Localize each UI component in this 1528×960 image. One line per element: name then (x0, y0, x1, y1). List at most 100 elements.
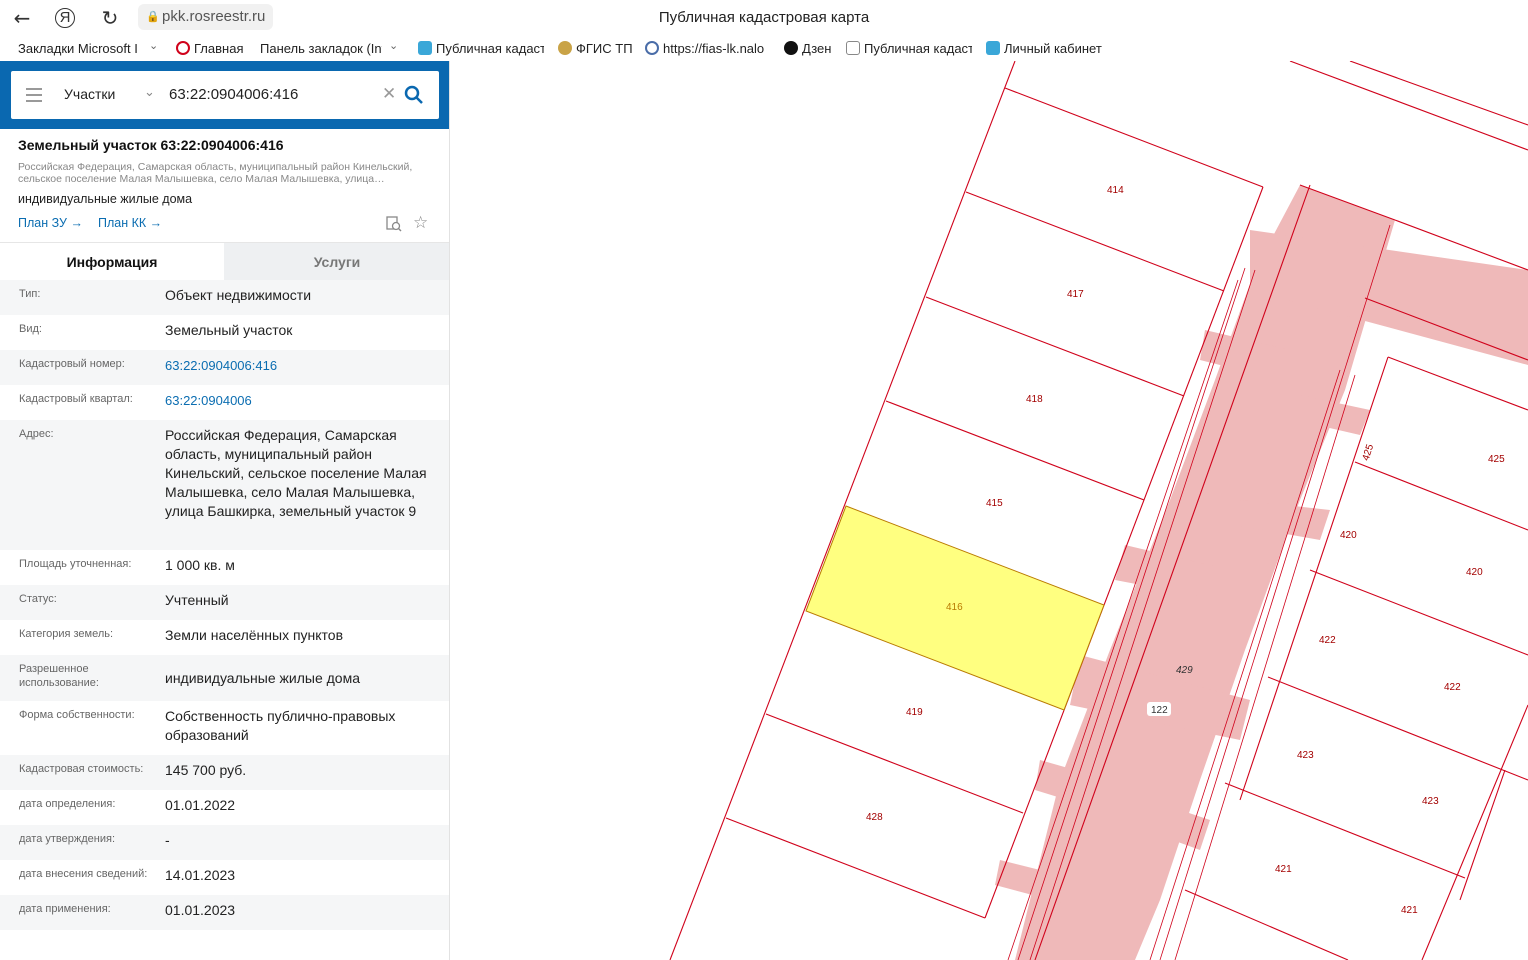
field-key: Адрес: (19, 428, 54, 440)
search-type-select[interactable]: Участки (64, 86, 115, 102)
emblem-icon (558, 41, 572, 55)
parcel-label: 420 (1340, 530, 1357, 541)
map-icon (418, 41, 432, 55)
parcel-label: 425 (1488, 454, 1505, 465)
page-icon (846, 41, 860, 55)
cadastral-number-link[interactable]: 63:22:0904006:416 (165, 356, 435, 375)
bookmark-item[interactable]: Главная (176, 41, 243, 56)
browser-toolbar: ← Я ↻ 🔒 pkk.rosreestr.ru Публичная кадаст… (0, 0, 1528, 36)
field-row: Площадь уточненная: 1 000 кв. м (0, 550, 449, 585)
parcel-label: 423 (1297, 750, 1314, 761)
field-key: Категория земель: (19, 628, 114, 640)
parcel-label: 420 (1466, 567, 1483, 578)
field-key: дата определения: (19, 798, 116, 810)
search-bar: Участки ⌄ 63:22:0904006:416 ✕ ‹ (0, 61, 449, 129)
tab-services[interactable]: Услуги (224, 243, 449, 281)
search-input[interactable]: 63:22:0904006:416 (169, 86, 298, 103)
field-row: дата определения: 01.01.2022 (0, 790, 449, 825)
field-row: дата применения: 01.01.2023 (0, 895, 449, 930)
plan-kk-link[interactable]: План КК → (98, 216, 162, 230)
bookmark-label: Личный кабинет (1004, 41, 1102, 56)
bookmark-item[interactable]: Личный кабинет (986, 41, 1102, 56)
arrow-right-icon: → (149, 216, 163, 230)
menu-icon[interactable] (26, 88, 42, 102)
field-key: Кадастровая стоимость: (19, 763, 144, 775)
field-key: Кадастровый номер: (19, 358, 125, 370)
field-value: Земли населённых пунктов (165, 627, 344, 643)
field-key: Статус: (19, 593, 57, 605)
bookmark-item[interactable]: ФГИС ТП (558, 41, 633, 56)
card-address-line1: Российская Федерация, Самарская область,… (18, 161, 413, 173)
tab-information[interactable]: Информация (0, 243, 224, 281)
parcel-label: 429 (1176, 665, 1193, 676)
parcel-label: 415 (986, 498, 1003, 509)
field-key: Кадастровый квартал: (19, 393, 133, 405)
page-title: Публичная кадастровая карта (658, 9, 870, 26)
field-value: 01.01.2022 (165, 797, 236, 813)
field-value: Собственность публично-правовых образова… (165, 708, 396, 743)
field-value: 01.01.2023 (165, 902, 236, 918)
info-panel: Участки ⌄ 63:22:0904006:416 ✕ ‹ Земельны… (0, 61, 450, 960)
bookmark-label: https://fias-lk.nalo (663, 41, 765, 56)
field-row: Кадастровый квартал: 63:22:0904006 (0, 385, 449, 420)
bookmark-label: Закладки Microsoft I (18, 41, 138, 56)
field-value: Объект недвижимости (165, 287, 312, 303)
star-icon[interactable]: ☆ (413, 213, 428, 233)
chevron-down-icon[interactable]: ⌄ (389, 39, 398, 52)
cadastral-map[interactable]: 414 417 418 415 416 419 428 425 425 420 … (465, 61, 1528, 960)
map-icon (986, 41, 1000, 55)
cadastral-quarter-link[interactable]: 63:22:0904006 (165, 391, 435, 410)
field-key: дата применения: (19, 903, 111, 915)
tabs: Информация Услуги (0, 242, 449, 281)
bookmark-item[interactable]: Дзен (784, 41, 831, 56)
bookmark-item[interactable]: Панель закладок (Int (260, 41, 382, 56)
field-row: Вид: Земельный участок (0, 315, 449, 350)
field-row: Тип: Объект недвижимости (0, 280, 449, 315)
field-value: Российская Федерация, Самарская область,… (165, 427, 427, 519)
field-key: дата утверждения: (19, 833, 116, 845)
find-on-map-icon[interactable] (386, 216, 402, 232)
chevron-down-icon[interactable]: ⌄ (149, 39, 158, 52)
field-key: Разрешенное использование: (19, 663, 99, 689)
search-box: Участки ⌄ 63:22:0904006:416 ✕ (11, 71, 439, 119)
bookmark-item[interactable]: Закладки Microsoft I (18, 41, 158, 56)
parcel-label: 425 (1361, 443, 1377, 463)
field-row: Кадастровый номер: 63:22:0904006:416 (0, 350, 449, 385)
plan-zu-link[interactable]: План ЗУ → (18, 216, 83, 230)
field-key: Форма собственности: (19, 709, 135, 721)
road-area (995, 185, 1528, 960)
field-row: Кадастровая стоимость: 145 700 руб. (0, 755, 449, 790)
chevron-down-icon[interactable]: ⌄ (144, 84, 155, 100)
map-canvas[interactable]: 414 417 418 415 416 419 428 425 425 420 … (465, 61, 1528, 960)
field-row: дата утверждения: - (0, 825, 449, 860)
parcel-label: 418 (1026, 394, 1043, 405)
bookmark-item[interactable]: Публичная кадаст (846, 41, 972, 56)
clear-icon[interactable]: ✕ (382, 84, 396, 104)
card-title: Земельный участок 63:22:0904006:416 (18, 137, 284, 153)
field-value: 14.01.2023 (165, 867, 236, 883)
bookmark-label: Панель закладок (Int (260, 41, 382, 56)
dzen-icon (784, 41, 798, 55)
collapse-panel-icon[interactable]: ‹ (448, 83, 449, 107)
bookmark-item[interactable]: Публичная кадаст (418, 41, 544, 56)
field-row: дата внесения сведений: 14.01.2023 (0, 860, 449, 895)
bookmark-label: Публичная кадаст (436, 41, 544, 56)
parcel-label: 428 (866, 812, 883, 823)
search-icon[interactable] (404, 85, 424, 105)
bookmark-item[interactable]: https://fias-lk.nalo (645, 41, 772, 56)
field-row: Адрес: Российская Федерация, Самарская об… (0, 420, 449, 550)
parcel-label: 417 (1067, 289, 1084, 300)
bookmark-label: Главная (194, 41, 244, 56)
bookmark-label: ФГИС ТП (576, 41, 633, 56)
parcel-label: 422 (1319, 635, 1336, 646)
parcel-label: 414 (1107, 185, 1124, 196)
globe-icon (645, 41, 659, 55)
arrow-right-icon: → (70, 216, 83, 230)
card-usage: индивидуальные жилые дома (18, 192, 193, 206)
field-value: 145 700 руб. (165, 762, 247, 778)
field-value: индивидуальные жилые дома (165, 670, 360, 686)
field-value: - (165, 832, 170, 848)
parcel-label: 416 (946, 602, 963, 613)
parcel-label: 122 (1151, 705, 1168, 716)
parcel-label: 422 (1444, 682, 1461, 693)
